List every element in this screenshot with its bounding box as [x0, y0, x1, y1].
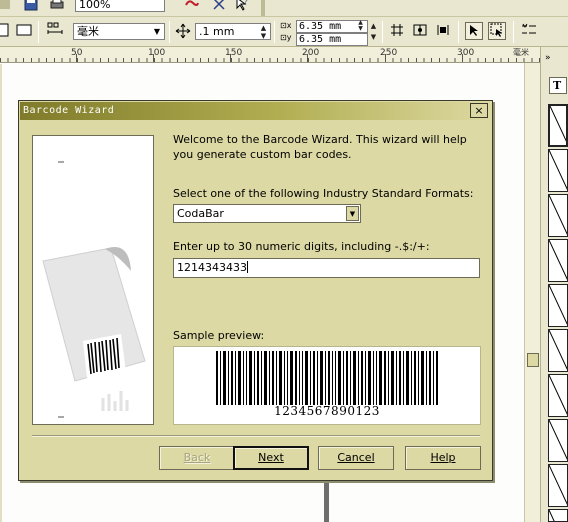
cancel-button-label: Cancel — [337, 451, 375, 464]
edit-across-layers-icon[interactable] — [488, 22, 506, 40]
format-select[interactable]: CodaBar ▼ — [173, 204, 361, 223]
vertical-ruler[interactable] — [0, 64, 2, 522]
svg-text:?: ? — [244, 0, 248, 6]
toolbar-separator — [38, 21, 39, 43]
nudge-spinner[interactable]: ▲ ▼ — [259, 24, 268, 40]
text-tool-icon[interactable]: T — [549, 77, 567, 94]
objects-snap-icon[interactable] — [434, 22, 452, 40]
toolbar-separator — [513, 21, 514, 43]
welcome-text: Welcome to the Barcode Wizard. This wiza… — [173, 133, 467, 161]
ruler-unit-label: 毫米 — [513, 48, 529, 57]
save-icon[interactable] — [22, 0, 40, 14]
style-swatch[interactable] — [548, 374, 568, 417]
cancel-button[interactable]: Cancel — [318, 446, 394, 470]
style-swatch[interactable] — [548, 194, 568, 237]
zoom-value: 100% — [79, 0, 111, 11]
ruler-minor-ticks — [0, 58, 540, 62]
back-button-label: Back — [183, 451, 211, 464]
sample-preview: 1234567890123 — [173, 346, 481, 425]
toolbar-row-1: 100% ? — [0, 0, 568, 17]
chevron-down-icon: ▼ — [153, 27, 160, 36]
ruler-label: 250 — [380, 48, 398, 58]
toolbar-separator — [274, 21, 275, 43]
toolbar-separator — [382, 21, 383, 43]
style-swatch[interactable] — [548, 509, 568, 522]
grid-snap-icon[interactable] — [388, 22, 406, 40]
treat-as-filled-icon[interactable] — [465, 22, 483, 40]
zoom-combo[interactable]: 100% — [75, 0, 165, 12]
guidelines-snap-icon[interactable] — [411, 22, 429, 40]
ruler-label: 200 — [302, 48, 320, 58]
text-caret — [247, 261, 248, 273]
toolbar-separator — [169, 21, 170, 43]
preview-digits: 1234567890123 — [274, 404, 380, 418]
back-button[interactable]: Back — [159, 446, 235, 470]
portrait-icon[interactable] — [0, 22, 12, 40]
digits-label: Enter up to 30 numeric digits, including… — [173, 240, 430, 253]
dup-x-spinner[interactable]: ▲ ▼ — [356, 20, 365, 32]
duplicate-distance-icon: ⊡x ⊡y — [280, 21, 292, 42]
style-swatch[interactable] — [548, 284, 568, 327]
nudge-icon — [174, 22, 192, 40]
next-button[interactable]: Next — [233, 446, 309, 470]
close-icon: × — [474, 104, 484, 117]
preview-barcode — [216, 351, 438, 405]
dialog-title[interactable]: Barcode Wizard — [20, 102, 491, 120]
toolbar-grip — [0, 0, 10, 9]
toolbar-end-grip — [261, 0, 265, 16]
digits-value: 1214343433 — [177, 261, 247, 274]
units-value: 毫米 — [77, 25, 99, 38]
help-button[interactable]: Help — [405, 446, 481, 470]
ruler-label: 150 — [225, 48, 243, 58]
ruler-label: 300 — [457, 48, 475, 58]
close-button[interactable]: × — [470, 103, 488, 118]
corel-connect-icon[interactable] — [183, 0, 201, 14]
chevron-down-icon[interactable]: ▼ — [346, 206, 359, 221]
units-select[interactable]: 毫米 ▼ — [73, 23, 165, 40]
ruler-label: 100 — [148, 48, 166, 58]
snap-icon[interactable] — [210, 0, 228, 14]
landscape-icon[interactable] — [15, 22, 33, 40]
help-button-label: Help — [430, 451, 456, 464]
units-icon — [46, 21, 64, 39]
property-bar: 毫米 ▼ .1 mm ▲ ▼ ⊡x ⊡y 6.35 mm 6.35 mm ▲ ▼ ▲ ▼ — [0, 17, 568, 47]
help-pointer-icon[interactable]: ? — [233, 0, 251, 14]
wizard-illustration: 6523654789609 — [32, 135, 154, 425]
style-swatch[interactable] — [548, 149, 568, 192]
vertical-scrollbar[interactable] — [524, 63, 540, 522]
toolbar-separator — [458, 21, 459, 43]
format-label: Select one of the following Industry Sta… — [173, 187, 474, 200]
dialog-divider — [32, 435, 480, 437]
style-swatch[interactable] — [548, 104, 568, 147]
docker-expand-icon[interactable]: » — [545, 53, 551, 63]
options-icon[interactable] — [520, 22, 538, 40]
barcode-wizard-dialog: Barcode Wizard × 6523654789609 Welcome t… — [18, 100, 493, 481]
scroll-thumb[interactable] — [527, 353, 539, 367]
format-value: CodaBar — [177, 207, 224, 220]
style-swatch[interactable] — [548, 419, 568, 462]
dup-y-value: 6.35 mm — [299, 34, 342, 45]
nudge-value: .1 mm — [199, 25, 235, 38]
dup-spinner-arrows[interactable]: ▲ ▼ — [369, 21, 378, 43]
dup-x-value: 6.35 mm — [299, 21, 342, 32]
canvas-object[interactable] — [324, 481, 329, 522]
text-tool-label: T — [553, 79, 562, 92]
next-button-label: Next — [258, 451, 284, 464]
style-swatch[interactable] — [548, 239, 568, 282]
horizontal-ruler[interactable]: 50 100 150 200 250 300 毫米 — [0, 47, 540, 63]
duplicate-y-input[interactable]: 6.35 mm — [296, 33, 368, 46]
style-swatch[interactable] — [548, 329, 568, 372]
digits-input[interactable]: 1214343433 — [173, 258, 480, 278]
print-icon[interactable] — [48, 0, 66, 14]
style-swatch[interactable] — [548, 464, 568, 507]
preview-label: Sample preview: — [173, 329, 265, 342]
